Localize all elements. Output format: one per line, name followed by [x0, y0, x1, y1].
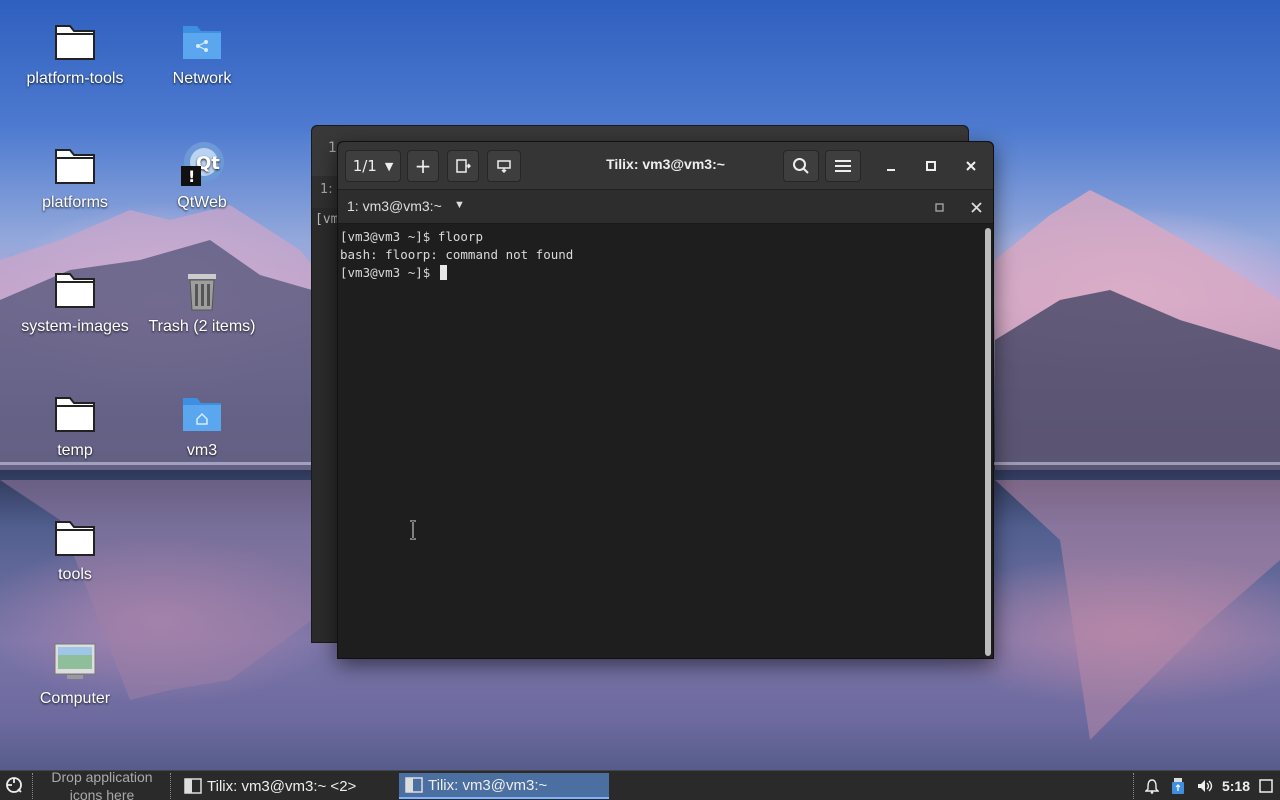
folder-icon — [51, 516, 99, 560]
bell-icon — [1145, 779, 1159, 794]
split-right-button[interactable] — [447, 150, 479, 182]
desktop-icon-tools[interactable]: tools — [10, 516, 140, 584]
session-count: 1/1 — [352, 157, 377, 175]
task-label: Tilix: vm3@vm3:~ <2> — [207, 777, 357, 795]
usb-drive-icon — [1172, 778, 1184, 794]
speaker-icon — [1198, 780, 1213, 792]
desktop-icon-platforms[interactable]: platforms — [10, 144, 140, 212]
background-session-label: 1 — [328, 140, 337, 156]
terminal-scrollbar[interactable] — [985, 228, 991, 656]
desktop-icon-qtweb[interactable]: Qt! QtWeb — [137, 140, 267, 212]
search-button[interactable] — [783, 150, 819, 182]
desktop-icon-platform-tools[interactable]: platform-tools — [10, 20, 140, 88]
ibeam-cursor-icon — [410, 520, 416, 540]
network-folder-icon — [178, 20, 226, 64]
taskbar-task-tilix-2[interactable]: Tilix: vm3@vm3:~ <2> — [178, 773, 393, 799]
maximize-terminal-icon — [935, 203, 944, 212]
removable-device-button[interactable] — [1168, 771, 1188, 800]
folder-icon — [51, 392, 99, 436]
terminal-prompt: [vm3@vm3 ~]$ — [340, 265, 438, 280]
text-cursor — [439, 265, 447, 280]
qtweb-icon: Qt! — [178, 140, 226, 188]
terminal-output[interactable]: [vm3@vm3 ~]$ floorp bash: floorp: comman… — [338, 225, 993, 658]
split-horizontal-icon — [456, 159, 471, 173]
minimize-button[interactable] — [873, 150, 909, 182]
tilix-app-icon — [184, 778, 202, 794]
show-desktop-icon — [1259, 779, 1273, 793]
show-desktop-button[interactable] — [1256, 771, 1276, 800]
task-label: Tilix: vm3@vm3:~ — [428, 776, 548, 794]
folder-icon — [51, 268, 99, 312]
icon-label: vm3 — [186, 442, 218, 459]
taskbar-separator — [32, 773, 33, 800]
taskbar-task-tilix[interactable]: Tilix: vm3@vm3:~ — [399, 773, 609, 799]
background-tab-label: 1: — [320, 182, 333, 197]
terminal-line: [vm3@vm3 ~]$ floorp — [340, 229, 483, 244]
folder-icon — [51, 20, 99, 64]
terminal-window[interactable]: 1/1 ▼ + Tilix: vm3@vm3:~ 1: vm3@vm3:~ ▼ — [337, 141, 994, 659]
launcher-drop-zone[interactable]: Drop application icons here — [38, 768, 166, 800]
taskbar: Drop application icons here Tilix: vm3@v… — [0, 768, 1280, 800]
close-icon — [966, 161, 976, 171]
icon-label: platforms — [42, 194, 108, 211]
desktop-icon-system-images[interactable]: system-images — [10, 268, 140, 336]
icon-label: system-images — [21, 318, 129, 335]
svg-text:!: ! — [188, 167, 195, 186]
app-menu-icon — [6, 777, 22, 793]
icon-label: Trash (2 items) — [148, 318, 256, 335]
desktop-icon-temp[interactable]: temp — [10, 392, 140, 460]
terminal-tab-label: 1: vm3@vm3:~ — [347, 198, 442, 214]
desktop-icon-vm3[interactable]: vm3 — [137, 392, 267, 460]
tilix-app-icon — [405, 777, 423, 793]
application-menu-button[interactable] — [4, 775, 26, 797]
icon-label: tools — [58, 566, 92, 583]
maximize-button[interactable] — [913, 150, 949, 182]
taskbar-separator — [1133, 773, 1134, 800]
maximize-icon — [926, 161, 936, 171]
clock[interactable]: 5:18 — [1218, 771, 1254, 800]
trash-icon — [178, 268, 226, 312]
icon-label: Computer — [39, 690, 111, 707]
add-session-button[interactable]: + — [407, 150, 439, 182]
minimize-icon — [887, 169, 895, 171]
desktop-icon-trash[interactable]: Trash (2 items) — [137, 268, 267, 336]
icon-label: Network — [172, 70, 232, 87]
maximize-terminal-button[interactable] — [935, 200, 945, 216]
dropdown-arrow-icon: ▼ — [384, 159, 394, 173]
terminal-line: bash: floorp: command not found — [340, 247, 574, 262]
icon-label: QtWeb — [177, 194, 227, 211]
icon-label: temp — [57, 442, 93, 459]
notifications-button[interactable] — [1142, 771, 1162, 800]
taskbar-separator — [170, 773, 171, 800]
window-headerbar[interactable]: 1/1 ▼ + Tilix: vm3@vm3:~ — [338, 142, 993, 190]
close-terminal-button[interactable] — [971, 200, 982, 216]
split-down-button[interactable] — [487, 150, 521, 182]
plus-icon: + — [414, 154, 432, 178]
close-button[interactable] — [953, 150, 989, 182]
close-terminal-icon — [971, 202, 982, 213]
desktop-icon-network[interactable]: Network — [137, 20, 267, 88]
split-vertical-icon — [497, 160, 511, 174]
volume-button[interactable] — [1194, 771, 1216, 800]
session-selector-button[interactable]: 1/1 ▼ — [345, 150, 401, 182]
icon-label: platform-tools — [26, 70, 124, 87]
menu-button[interactable] — [825, 150, 861, 182]
search-icon — [793, 158, 809, 174]
desktop-icon-computer[interactable]: Computer — [10, 640, 140, 708]
hamburger-menu-icon — [835, 160, 851, 172]
tab-dropdown-icon[interactable]: ▼ — [454, 199, 465, 211]
terminal-tab[interactable]: 1: vm3@vm3:~ ▼ — [338, 190, 993, 224]
computer-icon — [51, 640, 99, 684]
home-folder-icon — [178, 392, 226, 436]
folder-icon — [51, 144, 99, 188]
terminal-prompt-line: [vm3@vm3 ~]$ — [340, 264, 991, 282]
